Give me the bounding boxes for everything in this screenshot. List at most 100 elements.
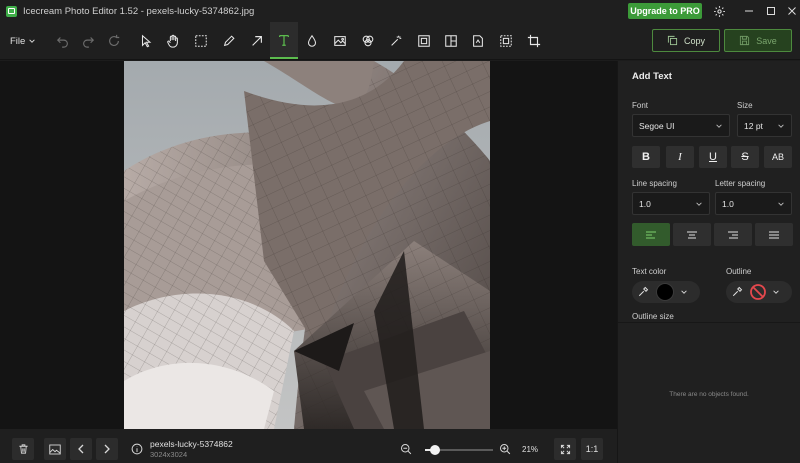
- align-center-button[interactable]: [673, 223, 711, 246]
- info-icon[interactable]: [131, 443, 143, 458]
- chevron-down-icon[interactable]: [772, 288, 780, 296]
- file-name: pexels-lucky-5374862: [150, 439, 233, 449]
- chevron-down-icon: [778, 123, 784, 128]
- trash-icon: [18, 444, 28, 454]
- redo-icon[interactable]: [76, 28, 100, 54]
- align-center-icon: [687, 230, 697, 239]
- fit-to-screen-button[interactable]: [554, 438, 576, 460]
- window-title: Icecream Photo Editor 1.52 - pexels-luck…: [23, 5, 255, 17]
- line-spacing-select[interactable]: 1.0: [632, 192, 710, 215]
- panel-title: Add Text: [632, 71, 672, 82]
- font-select[interactable]: Segoe UI: [632, 114, 730, 137]
- minimize-icon[interactable]: [741, 3, 757, 19]
- pointer-icon[interactable]: [134, 28, 158, 54]
- text-properties-panel: Add Text Font Segoe UI Size 12 pt B I U …: [617, 61, 800, 463]
- copy-button[interactable]: Copy: [652, 29, 720, 52]
- save-label: Save: [756, 35, 777, 46]
- align-left-button[interactable]: [632, 223, 670, 246]
- text-color-swatch[interactable]: [656, 283, 674, 301]
- close-icon[interactable]: [784, 3, 800, 19]
- collage-icon[interactable]: [439, 28, 463, 54]
- settings-gear-icon[interactable]: [711, 3, 727, 19]
- file-menu-label: File: [10, 35, 26, 47]
- canvas-area[interactable]: [0, 61, 617, 429]
- dashed-rect-icon[interactable]: [189, 28, 213, 54]
- chevron-down-icon: [778, 201, 784, 206]
- filter-icon[interactable]: [356, 28, 380, 54]
- file-menu[interactable]: File: [10, 32, 36, 50]
- select-area-icon[interactable]: [494, 28, 518, 54]
- size-select[interactable]: 12 pt: [737, 114, 792, 137]
- line-spacing-value: 1.0: [639, 198, 651, 209]
- zoom-in-icon[interactable]: [499, 443, 511, 458]
- crop-icon[interactable]: [522, 28, 546, 54]
- image-info-button[interactable]: [44, 438, 66, 460]
- zoom-level: 21%: [522, 445, 539, 454]
- magic-wand-icon[interactable]: [384, 28, 408, 54]
- size-value: 12 pt: [744, 120, 763, 131]
- chevron-down-icon: [29, 39, 36, 43]
- image-icon[interactable]: [328, 28, 352, 54]
- outline-label: Outline: [726, 267, 752, 276]
- eyedropper-icon[interactable]: [637, 286, 649, 298]
- image-icon: [49, 444, 61, 454]
- letter-spacing-select[interactable]: 1.0: [715, 192, 792, 215]
- zoom-out-icon[interactable]: [400, 443, 412, 458]
- resize-icon[interactable]: [412, 28, 436, 54]
- next-image-button[interactable]: [96, 438, 118, 460]
- photo-preview: [124, 61, 490, 429]
- hand-icon[interactable]: [161, 28, 185, 54]
- chevron-down-icon: [716, 123, 722, 128]
- uppercase-button[interactable]: AB: [764, 146, 792, 168]
- fit-screen-icon: [560, 444, 570, 454]
- drop-icon[interactable]: [300, 28, 324, 54]
- upgrade-button[interactable]: Upgrade to PRO: [628, 3, 702, 19]
- size-label: Size: [737, 101, 753, 110]
- text-color-label: Text color: [632, 267, 667, 276]
- zoom-slider-thumb[interactable]: [430, 445, 441, 455]
- eyedropper-icon[interactable]: [731, 286, 743, 298]
- chevron-down-icon: [696, 201, 702, 206]
- delete-button[interactable]: [12, 438, 34, 460]
- outline-size-label: Outline size: [632, 312, 674, 321]
- maximize-icon[interactable]: [763, 3, 779, 19]
- chevron-right-icon: [104, 444, 110, 454]
- previous-image-button[interactable]: [70, 438, 92, 460]
- save-icon: [740, 35, 750, 46]
- chevron-left-icon: [78, 444, 84, 454]
- arrow-icon[interactable]: [245, 28, 269, 54]
- line-spacing-label: Line spacing: [632, 179, 677, 188]
- chevron-down-icon[interactable]: [680, 288, 688, 296]
- text-icon[interactable]: [270, 22, 298, 59]
- file-dimensions: 3024x3024: [150, 450, 188, 459]
- actual-size-button[interactable]: 1:1: [581, 438, 603, 460]
- align-right-icon: [728, 230, 738, 239]
- no-color-icon[interactable]: [749, 283, 767, 301]
- app-logo-icon: [6, 5, 17, 17]
- underline-button[interactable]: U: [699, 146, 727, 168]
- watermark-icon[interactable]: [466, 28, 490, 54]
- copy-icon: [667, 35, 678, 46]
- align-justify-icon: [769, 230, 779, 239]
- toolbar: File Copy Save: [0, 22, 800, 60]
- letter-spacing-label: Letter spacing: [715, 179, 766, 188]
- align-right-button[interactable]: [714, 223, 752, 246]
- font-value: Segoe UI: [639, 120, 675, 131]
- align-left-icon: [646, 230, 656, 239]
- save-button[interactable]: Save: [724, 29, 792, 52]
- panel-divider: [618, 322, 800, 323]
- status-bar: pexels-lucky-5374862 3024x3024 21% 1:1: [0, 429, 617, 463]
- pencil-icon[interactable]: [217, 28, 241, 54]
- bold-button[interactable]: B: [632, 146, 660, 168]
- italic-button[interactable]: I: [666, 146, 694, 168]
- title-bar: Icecream Photo Editor 1.52 - pexels-luck…: [0, 0, 800, 22]
- undo-icon[interactable]: [51, 28, 75, 54]
- align-justify-button[interactable]: [755, 223, 793, 246]
- letter-spacing-value: 1.0: [722, 198, 734, 209]
- text-color-picker[interactable]: [632, 281, 700, 303]
- font-label: Font: [632, 101, 649, 110]
- reset-icon[interactable]: [102, 28, 126, 54]
- strikethrough-button[interactable]: S: [731, 146, 759, 168]
- outline-color-picker[interactable]: [726, 281, 792, 303]
- objects-empty-message: There are no objects found.: [669, 391, 749, 398]
